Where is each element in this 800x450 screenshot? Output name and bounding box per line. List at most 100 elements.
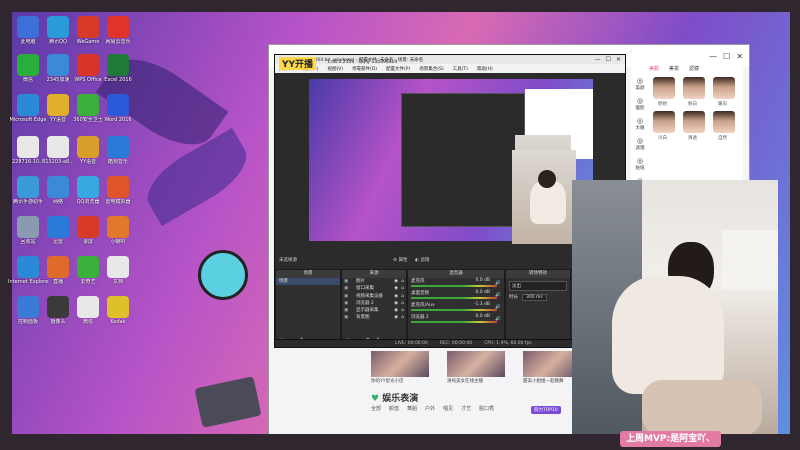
yy-logo: YY开播: [279, 57, 317, 70]
beauty-preset-thumb[interactable]: [653, 111, 675, 133]
category-tab[interactable]: 户外: [425, 405, 435, 412]
source-item[interactable]: ▣ 显示器采集 ◉ ⌂: [342, 307, 406, 314]
lock-icon[interactable]: ⌂: [401, 307, 404, 314]
tab-makeup[interactable]: 美妆: [669, 65, 679, 72]
desktop-icon[interactable]: 酷狗音乐: [98, 136, 138, 165]
beauty-side-item[interactable]: ◎ 滤镜: [633, 137, 647, 151]
desktop-icon[interactable]: Kodak: [98, 296, 138, 325]
desktop-icon[interactable]: Word 2016: [98, 94, 138, 123]
category-tab[interactable]: 颜值: [389, 405, 399, 412]
source-item[interactable]: ▣ 视频采集设备 ◉ ⌂: [342, 293, 406, 300]
minimize-icon[interactable]: —: [595, 56, 601, 63]
frame-top: [0, 0, 800, 12]
desktop-icon[interactable]: 文档: [98, 256, 138, 285]
category-tabs: 全部 颜值 舞蹈 户外 唱见 才艺 脱口秀: [371, 405, 494, 412]
menu-item[interactable]: 场景集合(S): [419, 66, 443, 72]
browser-icon: [47, 54, 69, 76]
beauty-side-label: 贴纸: [635, 166, 645, 171]
lock-icon[interactable]: ⌂: [401, 314, 404, 321]
menu-item[interactable]: 帮助(H): [477, 66, 493, 72]
tab-beauty[interactable]: 美颜: [649, 65, 659, 72]
properties-button[interactable]: ⚙ 属性: [393, 257, 407, 263]
transition-select[interactable]: 淡出: [509, 281, 567, 291]
beauty-side-item[interactable]: ◎ 贴纸: [633, 157, 647, 171]
category-tab[interactable]: 全部: [371, 405, 381, 412]
menu-item[interactable]: 工具(T): [453, 66, 468, 72]
desktop-icon[interactable]: Excel 2016: [98, 54, 138, 83]
filters-button[interactable]: ◐ 滤镜: [415, 257, 429, 263]
menu-item[interactable]: 停靠部件(D): [352, 66, 377, 72]
source-item[interactable]: ▣ 浏览器 2 ◉ ⌂: [342, 300, 406, 307]
close-icon[interactable]: ✕: [736, 52, 743, 61]
desktop-icon[interactable]: 雷电模拟器: [98, 176, 138, 205]
duration-input[interactable]: 300 ms: [522, 294, 547, 301]
category-tab[interactable]: 舞蹈: [407, 405, 417, 412]
dock-header: 混音器: [408, 270, 504, 278]
speaker-icon[interactable]: 🔊: [495, 317, 501, 322]
category-tab[interactable]: 唱见: [443, 405, 453, 412]
volume-slider[interactable]: [411, 309, 497, 311]
desktop-icon-label: 网易云音乐: [105, 39, 131, 45]
beauty-side-item[interactable]: ◎ 大眼: [633, 117, 647, 131]
channel-name: 桌面音频: [411, 291, 429, 296]
visibility-icon[interactable]: ◉: [394, 307, 398, 314]
category-tab[interactable]: 才艺: [461, 405, 471, 412]
menu-item[interactable]: 视图(V): [327, 66, 343, 72]
volume-slider[interactable]: [411, 297, 497, 299]
lock-icon[interactable]: ⌂: [401, 278, 404, 285]
visibility-icon[interactable]: ◉: [394, 314, 398, 321]
excel-icon: [107, 54, 129, 76]
source-label: 窗口采集: [356, 286, 374, 292]
visibility-icon[interactable]: ◉: [394, 285, 398, 292]
menu-item[interactable]: 配置文件(P): [386, 66, 410, 72]
beauty-side-item[interactable]: ◎ 瘦脸: [633, 97, 647, 111]
maximize-icon[interactable]: ☐: [723, 52, 730, 61]
volume-slider[interactable]: [411, 321, 497, 323]
close-icon[interactable]: ✕: [616, 56, 621, 63]
cpu-fps: CPU: 1.9%, 60.00 fps: [484, 341, 532, 346]
speaker-icon[interactable]: 🔊: [495, 293, 501, 298]
speaker-icon[interactable]: 🔊: [495, 281, 501, 286]
beauty-preset-thumb[interactable]: [683, 77, 705, 99]
source-label: 显示器采集: [356, 308, 379, 314]
desktop-icon[interactable]: 小喇叭: [98, 216, 138, 245]
source-label: 浏览器 2: [356, 300, 374, 306]
tab-filter[interactable]: 滤镜: [689, 65, 699, 72]
beauty-preset-thumb[interactable]: [713, 111, 735, 133]
speaker-icon[interactable]: 🔊: [495, 305, 501, 310]
scene-item[interactable]: 场景: [276, 278, 340, 286]
lock-icon[interactable]: ⌂: [401, 285, 404, 292]
visibility-icon[interactable]: ◉: [394, 278, 398, 285]
lock-icon[interactable]: ⌂: [401, 300, 404, 307]
emulator-icon: [107, 176, 129, 198]
source-item[interactable]: ▣ 窗口采集 ◉ ⌂: [342, 285, 406, 292]
video-thumbnail[interactable]: [371, 351, 429, 377]
video-thumbnail[interactable]: [447, 351, 505, 377]
nested-obs: [401, 93, 525, 227]
beauty-tabs: 美颜 美妆 滤镜: [649, 65, 699, 72]
channel-name: 浏览器 2: [411, 315, 429, 320]
beauty-preset-thumb[interactable]: [683, 111, 705, 133]
camera-pip: [512, 150, 576, 244]
beauty-preset-thumb[interactable]: [713, 77, 735, 99]
live-icon: [47, 256, 69, 278]
visibility-icon[interactable]: ◉: [394, 293, 398, 300]
desktop-icon[interactable]: 网易云音乐: [98, 16, 138, 45]
beauty-preset-thumb[interactable]: [653, 77, 675, 99]
live-time: LIVE: 00:00:00: [395, 341, 428, 346]
category-tab[interactable]: 脱口秀: [479, 405, 494, 412]
source-item[interactable]: ▣ 图片 ◉ ⌂: [342, 278, 406, 285]
lock-icon[interactable]: ⌂: [401, 293, 404, 300]
computer-icon: [17, 16, 39, 38]
duration-row: 时长 300 ms: [509, 294, 567, 301]
dock-header: 场景: [276, 270, 340, 278]
visibility-icon[interactable]: ◉: [394, 300, 398, 307]
volume-slider[interactable]: [411, 285, 497, 287]
beauty-preset-label: 清透: [688, 136, 697, 141]
maximize-icon[interactable]: ☐: [606, 56, 611, 63]
top10-badge[interactable]: 努力TOP10: [531, 406, 561, 414]
control-panel-icon: [17, 296, 39, 318]
minimize-icon[interactable]: —: [709, 52, 717, 61]
beauty-side-item[interactable]: ◎ 美颜: [633, 77, 647, 91]
source-item[interactable]: ▣ 背景图 ◉ ⌂: [342, 314, 406, 321]
